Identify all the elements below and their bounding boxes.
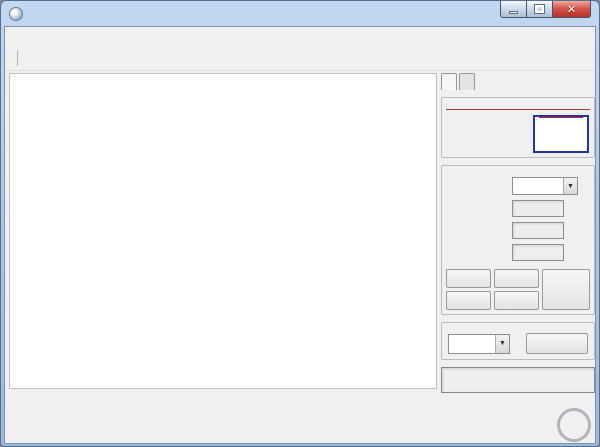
monitor-button[interactable]: [542, 269, 590, 310]
client-area: ▼ ▼: [4, 26, 596, 444]
parameters-group: ▼: [441, 165, 595, 315]
com-port-select[interactable]: ▼: [448, 333, 510, 354]
chevron-down-icon: ▼: [495, 334, 509, 353]
control-panel: ▼ ▼: [441, 73, 595, 393]
disconnect-button[interactable]: [526, 333, 588, 354]
power-time-display: [446, 113, 590, 153]
chevron-down-icon: ▼: [563, 178, 577, 194]
run-time-input[interactable]: [512, 243, 564, 261]
toolbar: [5, 46, 595, 71]
stop-button: [494, 269, 539, 288]
menu-bar: [5, 27, 595, 46]
run-mode-select[interactable]: ▼: [512, 177, 578, 195]
app-window: ✕ ▼ ▼: [0, 0, 600, 447]
window-controls: ✕: [500, 1, 591, 18]
tab-single-test[interactable]: [441, 73, 457, 90]
serial-port-group: ▼: [441, 322, 595, 360]
adjust-button: [494, 291, 539, 310]
main-content: ▼ ▼: [5, 71, 595, 393]
tab-auto-test[interactable]: [459, 73, 475, 90]
close-button[interactable]: ✕: [553, 1, 591, 18]
set-current-input[interactable]: [512, 199, 564, 217]
minimize-button[interactable]: [500, 1, 527, 18]
cutoff-voltage-input[interactable]: [512, 221, 564, 239]
status-log: [441, 367, 595, 393]
test-tabs: [441, 73, 595, 90]
start-button[interactable]: [446, 269, 491, 288]
control-buttons: [446, 269, 590, 310]
continue-button[interactable]: [446, 291, 491, 310]
voltage-current-display: [446, 107, 590, 110]
discharge-chart: [10, 74, 436, 388]
app-icon: [9, 6, 23, 21]
chart-column: [9, 73, 437, 393]
zketech-logo: [533, 115, 589, 153]
toolbar-separator: [17, 50, 18, 66]
run-data-group: [441, 97, 595, 158]
chart-panel: [9, 73, 437, 389]
maximize-button[interactable]: [527, 1, 553, 18]
